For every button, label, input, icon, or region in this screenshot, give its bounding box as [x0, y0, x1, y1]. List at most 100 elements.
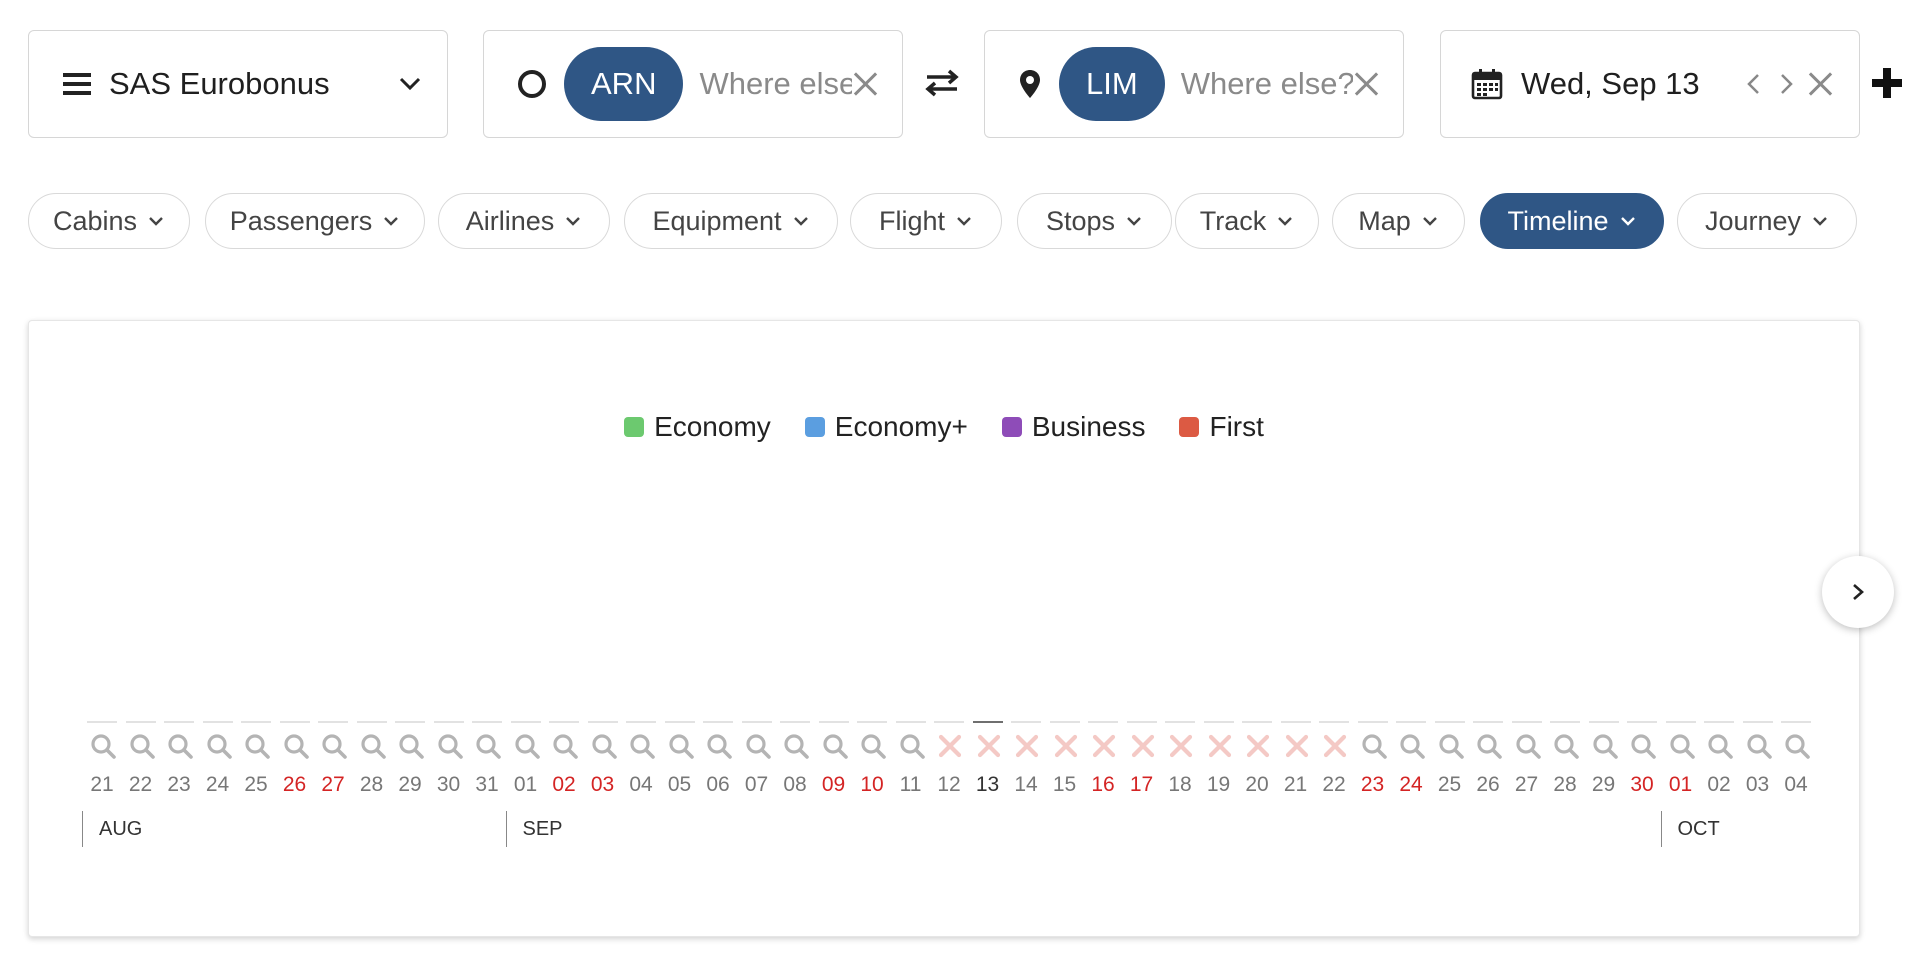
cabin-legend: Economy Economy+ Business First — [29, 411, 1859, 443]
legend-label: Economy — [654, 411, 771, 442]
no-availability-icon — [1054, 734, 1077, 758]
map-pin-icon — [1020, 70, 1040, 98]
origin-search-input[interactable]: Where else? — [699, 66, 852, 102]
swap-icon[interactable] — [925, 68, 959, 98]
no-availability-icon — [938, 734, 962, 758]
date-clear-icon[interactable] — [1807, 71, 1833, 97]
search-icon — [1631, 734, 1656, 759]
search-icon — [707, 734, 732, 759]
chevron-down-icon — [384, 217, 399, 226]
timeline-next-button[interactable] — [1822, 556, 1894, 628]
day-number: 30 — [1630, 773, 1654, 796]
availability-bar — [741, 721, 772, 723]
filter-stops-button[interactable]: Stops — [1017, 193, 1172, 249]
day-number: 11 — [899, 773, 922, 796]
origin-airport-chip[interactable]: ARN — [564, 47, 684, 121]
chevron-down-icon — [399, 77, 421, 91]
filter-label: Map — [1358, 205, 1411, 236]
program-selector[interactable]: SAS Eurobonus — [28, 30, 448, 138]
availability-bar — [1165, 721, 1195, 723]
chevron-left-icon[interactable] — [1743, 73, 1765, 95]
chevron-right-icon[interactable] — [1775, 73, 1797, 95]
no-availability-icon — [1208, 734, 1231, 758]
destination-search-input[interactable]: Where else? — [1181, 66, 1353, 102]
no-availability-icon — [1246, 734, 1270, 758]
search-icon — [360, 734, 386, 759]
search-icon — [1477, 734, 1502, 759]
availability-bar — [780, 721, 810, 723]
filter-passengers-button[interactable]: Passengers — [205, 193, 425, 249]
legend-swatch — [804, 417, 825, 437]
chevron-down-icon — [1813, 217, 1827, 226]
menu-icon — [63, 73, 91, 95]
day-number: 23 — [167, 773, 191, 796]
search-icon — [476, 734, 501, 759]
search-icon — [591, 734, 617, 759]
day-number: 02 — [1707, 773, 1731, 796]
search-icon — [1708, 734, 1733, 759]
day-number: 08 — [783, 773, 807, 796]
search-icon — [1669, 734, 1695, 759]
filter-label: Timeline — [1507, 205, 1609, 236]
search-icon — [129, 734, 155, 759]
availability-bar — [703, 721, 733, 723]
chevron-down-icon — [1422, 217, 1437, 226]
date-field[interactable]: Wed, Sep 13 — [1440, 30, 1860, 138]
availability-bar — [626, 721, 656, 723]
filter-map-button[interactable]: Map — [1332, 193, 1465, 249]
filter-timeline-button[interactable]: Timeline — [1480, 193, 1664, 249]
destination-field[interactable]: LIM Where else? — [984, 30, 1404, 138]
day-number: 01 — [1668, 773, 1693, 796]
day-number: 29 — [1591, 773, 1616, 796]
destination-airport-chip[interactable]: LIM — [1059, 47, 1165, 121]
filter-airlines-button[interactable]: Airlines — [438, 193, 610, 249]
add-search-icon[interactable] — [1870, 66, 1904, 100]
search-icon — [1746, 734, 1772, 759]
availability-bar — [1203, 721, 1234, 723]
search-icon — [206, 734, 232, 759]
no-availability-icon — [1015, 734, 1039, 758]
date-label: Wed, Sep 13 — [1521, 66, 1700, 101]
availability-bar — [1396, 721, 1426, 723]
availability-bar — [433, 721, 464, 723]
availability-bar — [1126, 721, 1157, 723]
legend-item[interactable]: Business — [1001, 411, 1145, 443]
month-label: OCT — [1660, 811, 1720, 847]
search-icon — [1438, 734, 1464, 759]
filter-label: Flight — [878, 205, 946, 236]
legend-item[interactable]: Economy — [624, 411, 771, 443]
day-number: 22 — [1322, 773, 1346, 796]
filter-label: Track — [1199, 205, 1267, 236]
day-number: 02 — [552, 773, 576, 796]
no-availability-icon — [1323, 734, 1347, 758]
legend-swatch — [1179, 417, 1200, 437]
origin-field[interactable]: ARN Where else? — [483, 30, 903, 138]
day-number: 28 — [1553, 773, 1577, 796]
no-availability-icon — [1169, 734, 1193, 758]
legend-item[interactable]: Economy+ — [804, 411, 968, 443]
filter-cabins-button[interactable]: Cabins — [28, 193, 190, 249]
day-number: 30 — [436, 773, 461, 796]
day-number: 24 — [205, 773, 230, 796]
availability-bar — [1704, 721, 1734, 723]
day-number: 17 — [1129, 773, 1154, 796]
origin-clear-icon[interactable] — [852, 71, 878, 97]
legend-item[interactable]: First — [1179, 411, 1264, 443]
availability-bar — [1357, 721, 1388, 723]
program-label: SAS Eurobonus — [109, 66, 330, 101]
filter-journey-button[interactable]: Journey — [1677, 193, 1857, 249]
search-icon — [1785, 734, 1810, 759]
availability-bar — [1511, 721, 1542, 723]
availability-bar — [1088, 721, 1118, 723]
filter-track-button[interactable]: Track — [1175, 193, 1319, 249]
filter-flight-button[interactable]: Flight — [850, 193, 1002, 249]
availability-bar — [934, 721, 964, 723]
filter-label: Passengers — [229, 205, 373, 236]
filter-label: Cabins — [52, 205, 138, 236]
filter-equipment-button[interactable]: Equipment — [624, 193, 838, 249]
filter-label: Equipment — [652, 205, 782, 236]
no-availability-icon — [1285, 734, 1308, 758]
day-number: 01 — [513, 773, 538, 796]
destination-clear-icon[interactable] — [1353, 71, 1379, 97]
legend-swatch — [624, 417, 645, 437]
